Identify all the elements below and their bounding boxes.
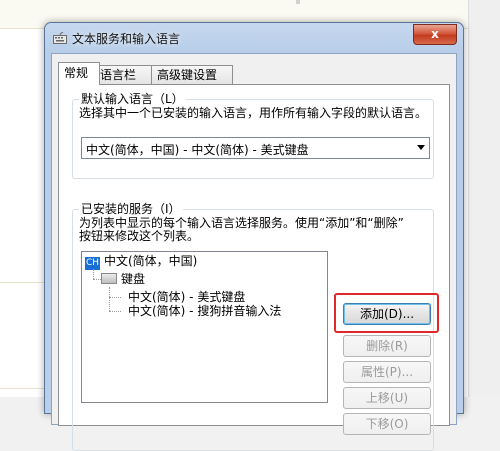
chevron-down-icon[interactable] (417, 145, 425, 150)
default-language-dropdown[interactable]: 中文(简体，中国) - 中文(简体) - 美式键盘 (81, 137, 430, 159)
general-tab-panel: 默认输入语言（L） 选择其中一个已安装的输入语言，用作所有输入字段的默认语言。 … (58, 84, 450, 451)
installed-services-description-line2: 按钮来修改这个列表。 (79, 229, 200, 243)
window-title: 文本服务和输入语言 (72, 32, 181, 46)
keyboard-icon (53, 32, 67, 44)
tree-language-label: 中文(简体，中国) (104, 254, 198, 268)
keyboard-icon (101, 273, 117, 284)
tree-category-label: 键盘 (121, 272, 146, 286)
installed-services-tree[interactable]: CH 中文(简体，中国) 键盘 中文(简体) - 美式键盘 中文(简体) - 搜狗… (81, 251, 328, 403)
tree-item-keyboard-category[interactable]: 键盘 (101, 272, 145, 286)
default-language-description: 选择其中一个已安装的输入语言，用作所有输入字段的默认语言。 (79, 106, 428, 120)
background-side-panel (468, 0, 500, 397)
background-marker (296, 0, 300, 4)
tab-general[interactable]: 常规 (58, 62, 100, 85)
tab-advanced-key-settings[interactable]: 高级键设置 (151, 65, 233, 84)
tree-connector (109, 311, 121, 312)
tree-item-service[interactable]: 中文(简体) - 搜狗拼音输入法 (128, 304, 281, 318)
move-up-button[interactable]: 上移(U) (343, 387, 431, 409)
installed-services-label: 已安装的服务（I） (79, 202, 183, 216)
tree-item-service[interactable]: 中文(简体) - 美式键盘 (128, 290, 245, 304)
tree-connector (93, 279, 101, 280)
tree-connector (109, 297, 121, 298)
text-services-dialog: 文本服务和输入语言 x 常规 语言栏 高级键设置 默认输入语言（L） 选择其中一… (44, 22, 464, 451)
title-bar[interactable]: 文本服务和输入语言 x (45, 23, 463, 53)
tree-connector (93, 269, 94, 279)
remove-button[interactable]: 删除(R) (343, 335, 431, 357)
properties-button[interactable]: 属性(P)... (343, 361, 431, 383)
close-button[interactable]: x (413, 24, 457, 45)
move-down-button[interactable]: 下移(O) (343, 413, 431, 435)
default-language-selected: 中文(简体，中国) - 中文(简体) - 美式键盘 (86, 143, 309, 157)
tree-item-language[interactable]: CH 中文(简体，中国) (85, 254, 197, 270)
dialog-client-area: 常规 语言栏 高级键设置 默认输入语言（L） 选择其中一个已安装的输入语言，用作… (51, 53, 457, 451)
highlight-box (334, 293, 439, 333)
tree-connector (109, 287, 110, 311)
default-language-label: 默认输入语言（L） (79, 92, 186, 106)
